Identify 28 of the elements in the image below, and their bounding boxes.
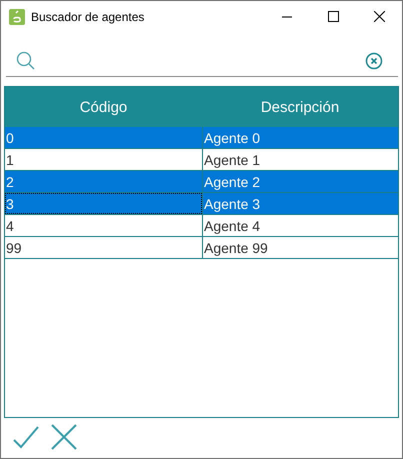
cancel-icon[interactable] [51,424,77,450]
app-icon [9,8,25,24]
table-row[interactable]: 1 Agente 1 [5,149,398,171]
maximize-icon[interactable] [328,11,338,22]
window-title: Buscador de agentes [31,10,146,24]
clear-icon[interactable] [365,52,383,70]
table-cell: Agente 2 [202,171,398,192]
table-row[interactable]: 99 Agente 99 [5,237,398,259]
table-row[interactable]: 3 Agente 3 [5,193,398,215]
table-cell-text: 4 [5,216,15,236]
table-cell: Agente 99 [202,237,398,258]
column-header[interactable]: Código [5,87,202,127]
table-cell: Agente 1 [202,149,398,170]
table-cell: 3 [5,193,202,214]
table-cell-text: 0 [5,128,15,148]
table-row[interactable]: 0 Agente 0 [5,127,398,149]
table-cell-text: 1 [5,150,15,170]
confirm-icon[interactable] [13,424,39,450]
column-header[interactable]: Descripción [202,87,398,127]
table-cell: Agente 4 [202,215,398,236]
table-cell: Agente 0 [202,127,398,148]
table-cell-text: 2 [5,172,15,192]
table-row[interactable]: 4 Agente 4 [5,215,398,237]
search-icon [16,50,36,70]
close-icon[interactable] [374,11,384,22]
table-cell-text: 99 [5,238,23,258]
table-row[interactable]: 2 Agente 2 [5,171,398,193]
table-cell: Agente 3 [202,193,398,214]
